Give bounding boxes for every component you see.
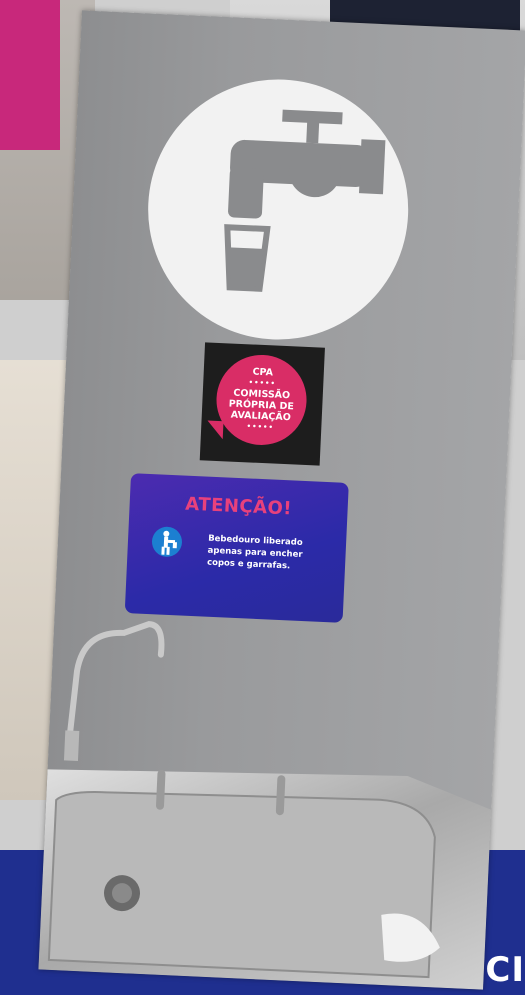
pink-banner xyxy=(0,0,60,150)
water-fountain-photo: CPA ••••• COMISSÃO PRÓPRIA DE AVALIAÇÃO … xyxy=(38,10,525,990)
steel-sink xyxy=(38,730,493,990)
